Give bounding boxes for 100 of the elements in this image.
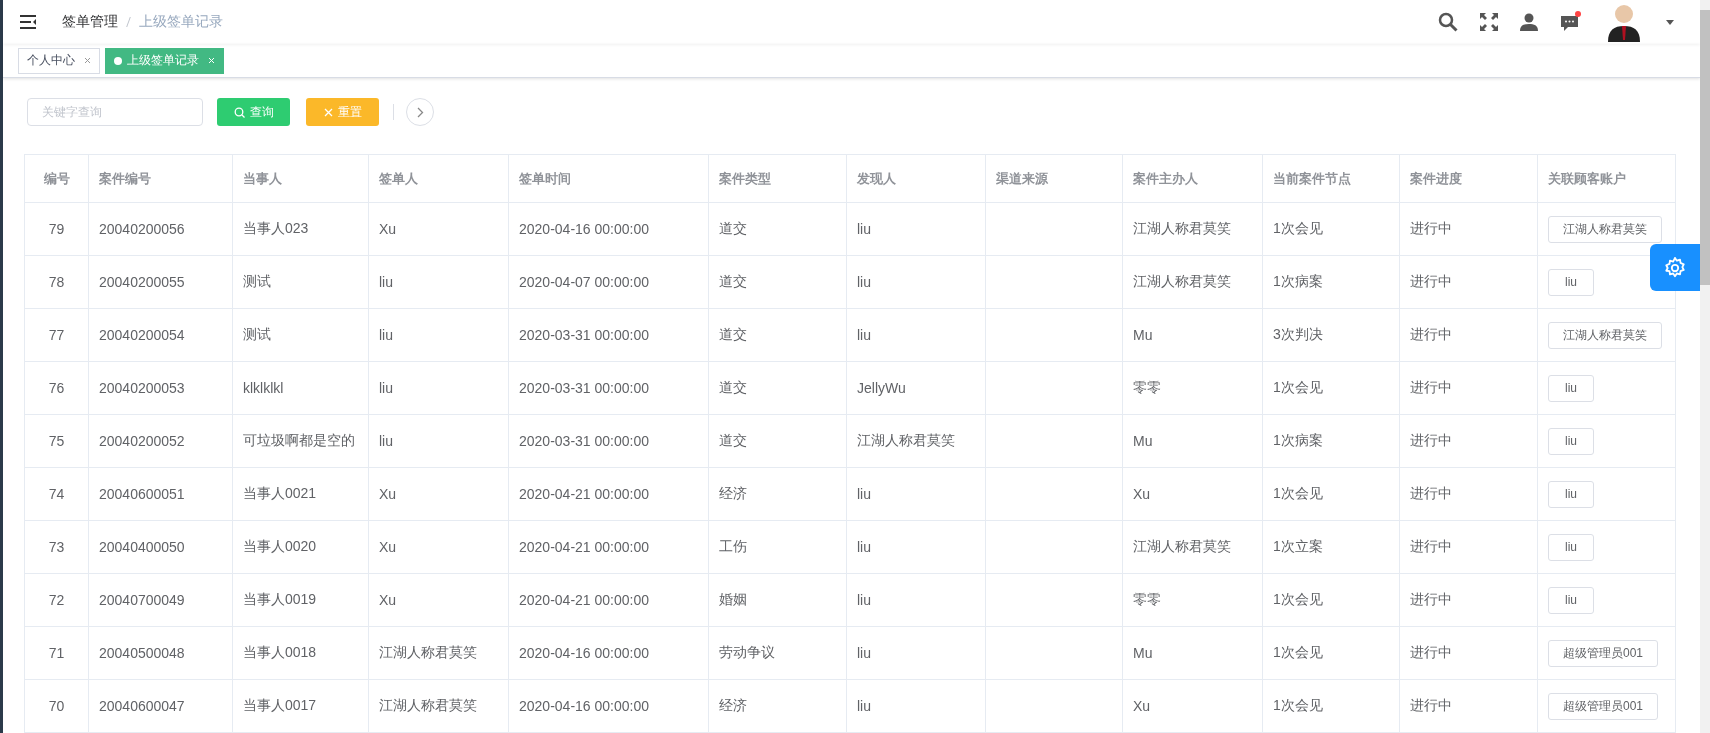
table-cell: 进行中 <box>1410 644 1452 660</box>
table-cell: 江湖人称君莫笑 <box>1133 538 1231 554</box>
settings-button[interactable] <box>1650 244 1700 291</box>
table-cell: 道交 <box>719 273 747 289</box>
table-cell: 进行中 <box>1410 485 1452 501</box>
table-cell: Xu <box>1133 698 1151 714</box>
table-cell: 当事人0021 <box>243 485 317 501</box>
table-cell: 77 <box>48 327 65 343</box>
table-cell: 进行中 <box>1410 273 1452 289</box>
breadcrumb-link[interactable]: 签单管理 <box>62 13 118 31</box>
table-cell: liu <box>379 327 393 343</box>
table-cell: 零零 <box>1133 379 1161 395</box>
caret-icon[interactable] <box>1666 19 1674 25</box>
table-cell: 75 <box>48 433 65 449</box>
dot-icon <box>114 56 122 65</box>
column-header: 渠道来源 <box>985 154 1123 203</box>
table-cell: liu <box>857 486 871 502</box>
table-cell: 20040200052 <box>99 433 185 449</box>
table-cell: 2020-03-31 00:00:00 <box>519 380 649 396</box>
table-cell: 2020-03-31 00:00:00 <box>519 433 649 449</box>
table-cell: 72 <box>48 592 65 608</box>
table-cell: 进行中 <box>1410 432 1452 448</box>
breadcrumb-current: 上级签单记录 <box>139 13 223 31</box>
table-cell: 当事人0018 <box>243 644 317 660</box>
table-cell: 20040200055 <box>99 274 185 290</box>
search-field[interactable]: 关键字查询 <box>27 98 203 126</box>
table-cell: 79 <box>48 221 65 237</box>
table-cell: 1次会见 <box>1273 644 1323 660</box>
table-cell: Mu <box>1133 433 1153 449</box>
table-cell: 2020-04-07 00:00:00 <box>519 274 649 290</box>
tab[interactable]: 个人中心 <box>18 47 100 74</box>
account-button[interactable]: liu <box>1548 533 1594 561</box>
column-header: 案件主办人 <box>1122 154 1263 203</box>
column-header: 案件进度 <box>1399 154 1538 203</box>
table-cell: 可垃圾啊都是空的 <box>243 432 355 448</box>
account-button[interactable]: liu <box>1548 427 1594 455</box>
table-cell: 1次会见 <box>1273 697 1323 713</box>
table-cell: liu <box>857 274 871 290</box>
message-icon[interactable] <box>1560 11 1582 33</box>
table-cell: 2020-04-21 00:00:00 <box>519 539 649 555</box>
table-cell: 江湖人称君莫笑 <box>1133 220 1231 236</box>
table-cell: 2020-04-16 00:00:00 <box>519 221 649 237</box>
table-cell: 1次会见 <box>1273 220 1323 236</box>
table-cell: liu <box>857 698 871 714</box>
table-cell: 当事人0017 <box>243 697 317 713</box>
table-cell: 江湖人称君莫笑 <box>379 697 477 713</box>
table-cell: JellyWu <box>857 380 906 396</box>
table-cell: 20040400050 <box>99 539 185 555</box>
account-button[interactable]: 江湖人称君莫笑 <box>1548 321 1662 349</box>
column-header: 签单人 <box>368 154 509 203</box>
table-cell: 76 <box>48 380 65 396</box>
user-icon[interactable] <box>1520 13 1538 31</box>
table-cell: 进行中 <box>1410 591 1452 607</box>
table-cell: liu <box>379 380 393 396</box>
table-cell: liu <box>379 433 393 449</box>
column-header: 签单时间 <box>508 154 709 203</box>
account-button[interactable]: liu <box>1548 586 1594 614</box>
menu-icon[interactable] <box>20 15 36 29</box>
table-cell: 当事人023 <box>243 220 309 236</box>
table-cell: liu <box>857 592 871 608</box>
table-cell: 经济 <box>719 485 747 501</box>
close-icon[interactable] <box>84 57 91 64</box>
table-cell: 2020-04-16 00:00:00 <box>519 698 649 714</box>
table-cell: 道交 <box>719 326 747 342</box>
table-cell: 测试 <box>243 326 271 342</box>
table-cell: 73 <box>48 539 65 555</box>
search-icon[interactable] <box>1438 12 1458 32</box>
table-cell: 1次立案 <box>1273 538 1323 554</box>
account-button[interactable]: 超级管理员001 <box>1548 692 1659 720</box>
account-button[interactable]: liu <box>1548 268 1594 296</box>
table-cell: 进行中 <box>1410 326 1452 342</box>
table-cell: 20040200056 <box>99 221 185 237</box>
account-button[interactable]: liu <box>1548 374 1594 402</box>
fullscreen-icon[interactable] <box>1480 13 1498 31</box>
table-cell: Xu <box>379 592 397 608</box>
table-cell: 20040600051 <box>99 486 185 502</box>
account-button[interactable]: 超级管理员001 <box>1548 639 1659 667</box>
column-header: 关联顾客账户 <box>1537 154 1676 203</box>
table-cell: 1次会见 <box>1273 591 1323 607</box>
account-button[interactable]: 江湖人称君莫笑 <box>1548 215 1662 243</box>
table-cell: 1次会见 <box>1273 485 1323 501</box>
table-cell: 江湖人称君莫笑 <box>1133 273 1231 289</box>
table-cell: 1次病案 <box>1273 432 1323 448</box>
search-icon <box>233 106 245 118</box>
table-cell: 进行中 <box>1410 379 1452 395</box>
table-cell: liu <box>379 274 393 290</box>
table-cell: 1次病案 <box>1273 273 1323 289</box>
table-cell: 道交 <box>719 432 747 448</box>
scrollbar-thumb[interactable] <box>1700 10 1710 285</box>
table-cell: 20040200053 <box>99 380 185 396</box>
table-cell: 婚姻 <box>719 591 747 607</box>
table-cell: 20040200054 <box>99 327 185 343</box>
table-cell: 测试 <box>243 273 271 289</box>
table-cell: 70 <box>48 698 65 714</box>
column-header: 当事人 <box>232 154 369 203</box>
account-button[interactable]: liu <box>1548 480 1594 508</box>
table-cell: 工伤 <box>719 538 747 554</box>
table-cell: 道交 <box>719 379 747 395</box>
table-cell: 2020-04-16 00:00:00 <box>519 645 649 661</box>
table-cell: 3次判决 <box>1273 326 1323 342</box>
